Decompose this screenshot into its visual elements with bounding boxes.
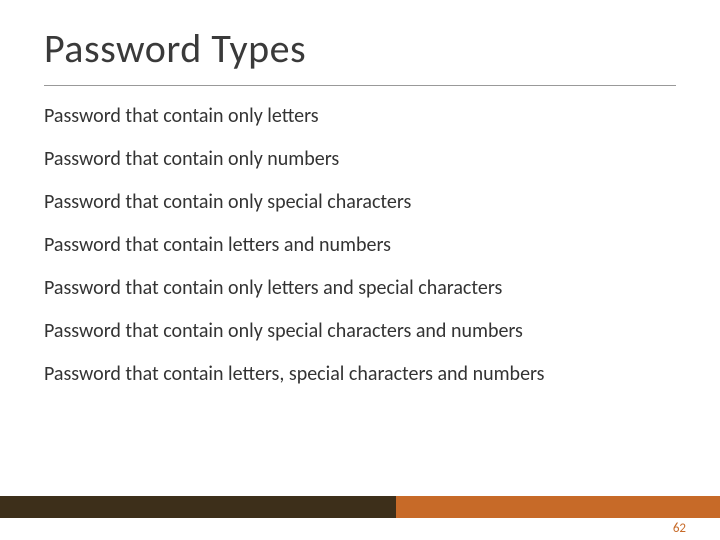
footer-bar-orange — [396, 496, 720, 518]
slide-title: Password Types — [44, 24, 676, 73]
list-item: Password that contain only special chara… — [44, 319, 676, 344]
list-item: Password that contain letters, special c… — [44, 362, 676, 387]
list-item: Password that contain only special chara… — [44, 190, 676, 215]
page-number: 62 — [673, 521, 686, 536]
footer-bar-dark — [0, 496, 396, 518]
list-item: Password that contain letters and number… — [44, 233, 676, 258]
slide: Password Types Password that contain onl… — [0, 0, 720, 540]
list-item: Password that contain only numbers — [44, 147, 676, 172]
list-item: Password that contain only letters and s… — [44, 276, 676, 301]
footer-bar — [0, 496, 720, 518]
list-item: Password that contain only letters — [44, 104, 676, 129]
title-divider — [44, 85, 676, 86]
bullet-list: Password that contain only letters Passw… — [44, 104, 676, 387]
